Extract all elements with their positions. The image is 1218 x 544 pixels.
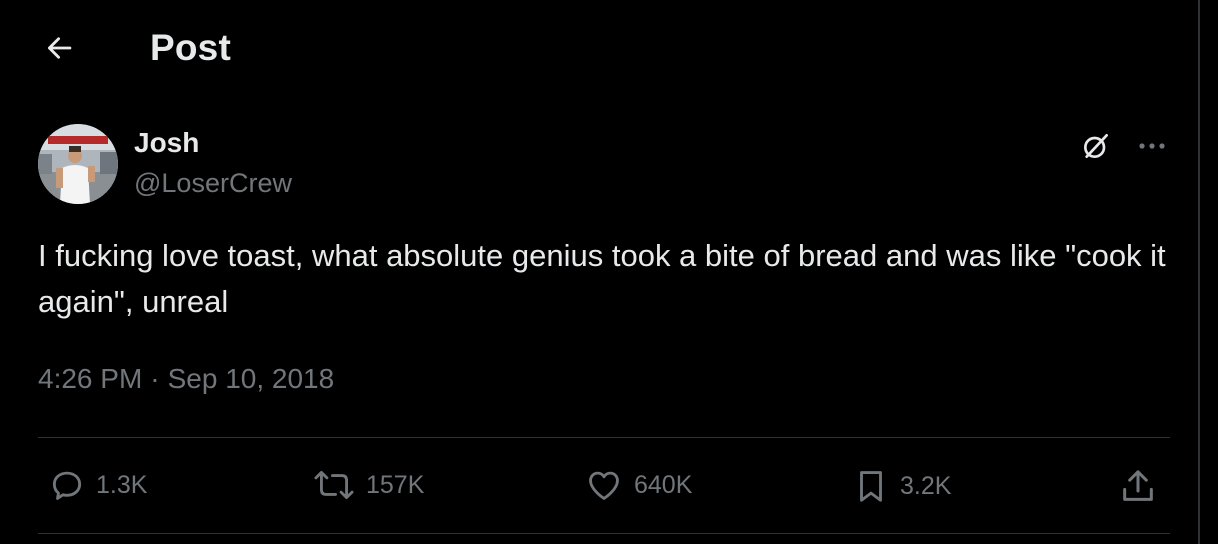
avatar[interactable] [38,124,118,204]
back-button[interactable] [38,26,82,70]
tweet-time[interactable]: 4:26 PM [38,363,142,395]
more-horizontal-icon [1139,143,1165,149]
page-title: Post [150,27,231,68]
repost-count: 157K [366,470,425,499]
like-button[interactable]: 640K [584,466,692,504]
reply-count: 1.3K [96,470,148,499]
reply-button[interactable]: 1.3K [48,466,147,504]
post-frame: Post Josh @LoserCrew I fucking love toas… [0,0,1200,544]
tweet-text: I fucking love toast, what absolute geni… [38,238,1166,319]
share-button[interactable] [1118,466,1158,506]
action-bar: 1.3K 157K 640K 3.2K [38,458,1170,518]
tweet-date[interactable]: Sep 10, 2018 [168,363,335,395]
timestamp: 4:26 PM · Sep 10, 2018 [38,363,334,395]
avatar-photo [38,124,118,204]
divider-top [38,437,1170,438]
heart-icon [589,471,619,500]
bookmark-icon [860,471,882,502]
chat-bubble-icon [52,471,82,500]
author-handle[interactable]: @LoserCrew [134,168,292,199]
repost-button[interactable]: 157K [312,466,424,504]
slash-circle-icon [1084,134,1108,158]
share-icon [1123,470,1153,501]
timestamp-separator: · [150,363,160,394]
bookmark-count: 3.2K [900,471,952,500]
header: Post [0,0,1200,96]
repost-icon [314,471,354,499]
author-name[interactable]: Josh [134,127,199,159]
more-button[interactable] [1132,128,1172,164]
grok-button[interactable] [1078,128,1114,164]
like-count: 640K [634,470,693,499]
divider-bottom [38,533,1170,534]
arrow-left-icon [47,37,72,59]
bookmark-button[interactable]: 3.2K [852,466,951,506]
